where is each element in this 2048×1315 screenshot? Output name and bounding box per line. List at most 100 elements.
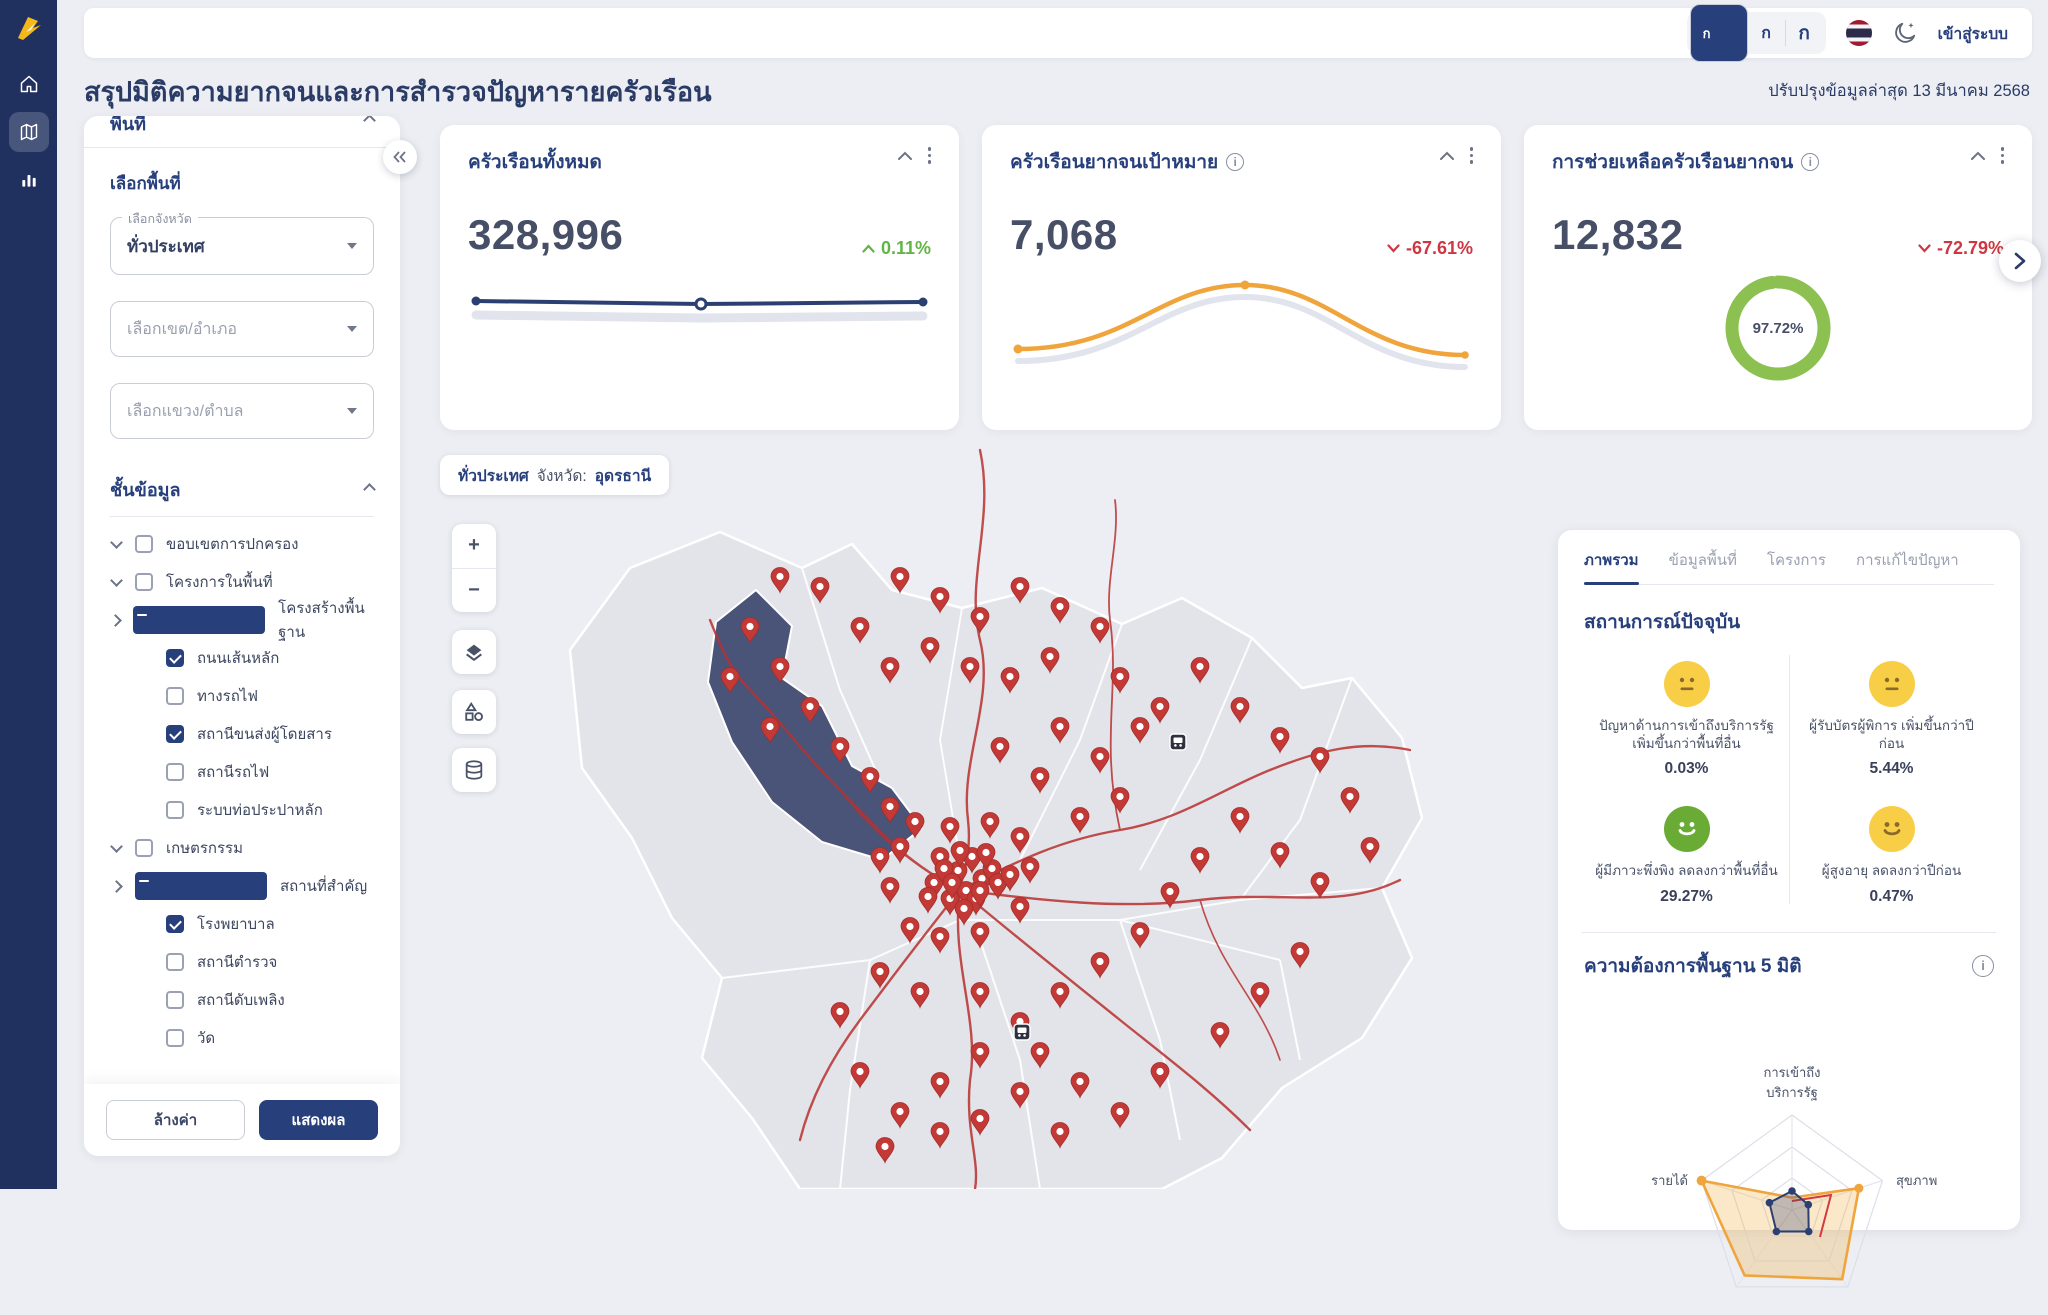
subdistrict-select[interactable]: เลือกแขวง/ตำบล — [110, 383, 374, 439]
map-layers-button[interactable] — [452, 630, 496, 674]
map-shapes-button[interactable] — [452, 690, 496, 734]
indicator-grid: ปัญหาด้านการเข้าถึงบริการรัฐ เพิ่มขึ้นกว… — [1584, 643, 1994, 916]
nav-home-button[interactable] — [9, 64, 49, 104]
arrow-down-icon — [1918, 244, 1931, 253]
layer-row-police-station[interactable]: สถานีตำรวจ — [110, 943, 374, 981]
layer-label: สถานีขนส่งผู้โดยสาร — [197, 722, 332, 746]
checkbox-indeterminate[interactable] — [135, 872, 267, 900]
checkbox-checked[interactable] — [166, 915, 184, 933]
info-icon[interactable] — [1801, 153, 1819, 171]
checkbox-unchecked[interactable] — [135, 839, 153, 857]
layer-label: ขอบเขตการปกครอง — [166, 532, 299, 556]
kebab-menu-icon[interactable] — [1470, 147, 1474, 164]
collapse-chevron-icon[interactable] — [898, 151, 912, 160]
info-icon[interactable] — [1226, 153, 1244, 171]
kebab-menu-icon[interactable] — [2001, 147, 2005, 164]
nav-stats-button[interactable] — [9, 160, 49, 200]
layer-row-main-roads[interactable]: ถนนเส้นหลัก — [110, 639, 374, 677]
district-select[interactable]: เลือกเขต/อำเภอ — [110, 301, 374, 357]
layer-label: ถนนเส้นหลัก — [197, 646, 279, 670]
layer-tree: ขอบเขตการปกครอง โครงการในพื้นที่ โครงสร้… — [110, 525, 374, 1057]
chevron-down-icon — [347, 408, 357, 414]
layer-row-train-station[interactable]: สถานีรถไฟ — [110, 753, 374, 791]
arrow-down-icon — [1387, 244, 1400, 253]
checkbox-indeterminate[interactable] — [133, 606, 265, 634]
layer-row-temple[interactable]: วัด — [110, 1019, 374, 1057]
layer-row-water-main[interactable]: ระบบท่อประปาหลัก — [110, 791, 374, 829]
checkbox-unchecked[interactable] — [135, 535, 153, 553]
tab-overview[interactable]: ภาพรวม — [1584, 548, 1639, 584]
apply-button[interactable]: แสดงผล — [259, 1100, 378, 1140]
layer-row-admin-boundary[interactable]: ขอบเขตการปกครอง — [110, 525, 374, 563]
layer-label: ทางรถไฟ — [197, 684, 258, 708]
chevron-down-icon[interactable] — [110, 580, 122, 585]
sidebar-collapse-button[interactable] — [383, 140, 417, 174]
kebab-menu-icon[interactable] — [928, 147, 932, 164]
checkbox-unchecked[interactable] — [166, 763, 184, 781]
chevron-up-icon[interactable] — [365, 116, 374, 128]
font-size-large-button[interactable]: ก — [1786, 15, 1823, 51]
tab-problem-solving[interactable]: การแก้ไขปัญหา — [1856, 548, 1959, 584]
checkbox-unchecked[interactable] — [135, 573, 153, 591]
database-icon — [463, 759, 485, 781]
indicator-label: ผู้รับบัตรผู้พิการ เพิ่มขึ้นกว่าปีก่อน — [1799, 717, 1984, 753]
layer-row-fire-station[interactable]: สถานีดับเพลิง — [110, 981, 374, 1019]
happy-face-icon — [1664, 806, 1710, 852]
font-size-medium-button[interactable]: ก — [1748, 15, 1785, 51]
chevron-right-icon[interactable] — [110, 616, 120, 625]
nav-map-button[interactable] — [9, 112, 49, 152]
login-link[interactable]: เข้าสู่ระบบ — [1938, 21, 2008, 46]
layer-label: สถานีตำรวจ — [197, 950, 277, 974]
chevron-right-icon[interactable] — [110, 882, 122, 891]
indicator-value: 5.44% — [1799, 760, 1984, 778]
card-title: ครัวเรือนทั้งหมด — [468, 147, 602, 177]
layer-row-hospital[interactable]: โรงพยาบาล — [110, 905, 374, 943]
font-size-small-button[interactable]: ก — [1690, 4, 1748, 62]
indicator-label: ผู้สูงอายุ ลดลงกว่าปีก่อน — [1799, 862, 1984, 880]
map-data-button[interactable] — [452, 748, 496, 792]
chevron-up-icon[interactable] — [365, 481, 374, 499]
radar-chart: การเข้าถึง บริการรัฐ สุขภาพ รายได้ — [1584, 985, 2000, 1315]
page-title: สรุปมิติความยากจนและการสำรวจปัญหารายครัว… — [84, 70, 712, 113]
layers-heading-row: ชั้นข้อมูล — [110, 475, 374, 517]
tab-projects[interactable]: โครงการ — [1767, 548, 1826, 584]
radar-axis-income: รายได้ — [1651, 1173, 1688, 1188]
zoom-out-button[interactable] — [452, 569, 496, 613]
checkbox-unchecked[interactable] — [166, 801, 184, 819]
info-icon[interactable] — [1972, 955, 1994, 977]
layer-row-landmarks[interactable]: สถานที่สำคัญ — [110, 867, 374, 905]
map-breadcrumb-chip[interactable]: ทั่วประเทศ จังหวัด: อุดรธานี — [440, 455, 669, 495]
thai-flag-icon[interactable] — [1846, 20, 1872, 46]
chevron-down-icon[interactable] — [110, 846, 122, 851]
layer-label: โรงพยาบาล — [197, 912, 275, 936]
map-icon — [19, 122, 39, 142]
layer-row-railway[interactable]: ทางรถไฟ — [110, 677, 374, 715]
province-select[interactable]: เลือกจังหวัด ทั่วประเทศ — [110, 217, 374, 275]
map-canvas[interactable] — [420, 440, 1620, 1189]
tab-area-data[interactable]: ข้อมูลพื้นที่ — [1669, 548, 1737, 584]
collapse-chevron-icon[interactable] — [1971, 151, 1985, 160]
sidebar-title: พื้นที่ — [110, 116, 146, 138]
clear-button[interactable]: ล้างค่า — [106, 1100, 245, 1140]
checkbox-unchecked[interactable] — [166, 1029, 184, 1047]
card-title: ครัวเรือนยากจนเป้าหมาย — [1010, 147, 1244, 177]
radar-axis-gov-access-line2: บริการรัฐ — [1766, 1085, 1818, 1101]
cards-next-button[interactable] — [1999, 240, 2041, 282]
checkbox-checked[interactable] — [166, 649, 184, 667]
zoom-in-button[interactable] — [452, 524, 496, 569]
checkbox-unchecked[interactable] — [166, 687, 184, 705]
dark-mode-moon-icon[interactable] — [1892, 20, 1918, 46]
province-select-label: เลือกจังหวัด — [122, 209, 198, 229]
layer-row-infrastructure[interactable]: โครงสร้างพื้นฐาน — [110, 601, 374, 639]
bar-chart-icon — [19, 170, 39, 190]
layer-row-agriculture[interactable]: เกษตรกรรม — [110, 829, 374, 867]
situation-heading: สถานการณ์ปัจจุบัน — [1584, 607, 1994, 637]
collapse-chevron-icon[interactable] — [1440, 151, 1454, 160]
layer-row-bus-terminal[interactable]: สถานีขนส่งผู้โดยสาร — [110, 715, 374, 753]
chevron-down-icon[interactable] — [110, 542, 122, 547]
checkbox-unchecked[interactable] — [166, 991, 184, 1009]
checkbox-checked[interactable] — [166, 725, 184, 743]
checkbox-unchecked[interactable] — [166, 953, 184, 971]
assist-gauge: 97.72% — [1717, 267, 1839, 389]
indicator-label: ผู้มีภาวะพึ่งพิง ลดลงกว่าพื้นที่อื่น — [1594, 862, 1779, 880]
